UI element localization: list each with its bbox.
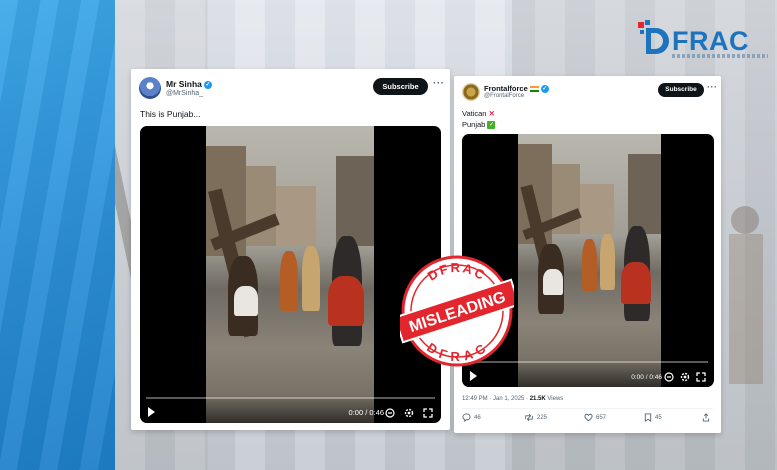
dfrac-d-mark-icon [638,20,669,54]
play-icon[interactable] [148,407,155,417]
video-frame [206,126,374,423]
views-count: 21.5K [529,396,546,402]
subscribe-button[interactable]: Subscribe [658,83,704,97]
caption-icon[interactable] [664,372,674,382]
repost-count: 225 [537,415,548,422]
author-name-text: Mr Sinha [166,79,202,89]
tweet-timestamp[interactable]: 12:49 PM · Jan 1, 2025 · [462,396,528,402]
video-time: 0:00 / 0:46 [631,374,662,381]
fullscreen-icon[interactable] [696,372,706,382]
video-progress-bar[interactable] [146,397,435,399]
video-controls: 0:00 / 0:46 [140,395,441,423]
play-icon[interactable] [470,371,477,381]
like-icon [584,413,593,422]
check-mark-icon: ✓ [487,121,496,130]
author-handle[interactable]: @MrSinha_ [166,90,203,97]
settings-icon[interactable] [680,372,690,382]
reply-count: 46 [474,415,481,422]
video-time: 0:00 / 0:46 [348,408,384,417]
tweet-text-punjab: Punjab [462,120,486,129]
bookmark-icon [644,413,652,422]
tweet-text-line-1: Vatican ✕ [462,109,495,118]
tweet-text-vatican: Vatican [462,109,487,118]
caption-icon[interactable] [385,408,395,418]
subscribe-button[interactable]: Subscribe [373,78,428,95]
tweet-meta: 12:49 PM · Jan 1, 2025 · 21.5K Views [462,396,563,402]
video-frame [518,134,661,387]
settings-icon[interactable] [404,408,414,418]
tweet-card-left: Mr Sinha ✓ @MrSinha_ Subscribe ··· This i… [131,69,450,430]
fullscreen-icon[interactable] [423,408,433,418]
reply-button[interactable]: 46 [462,413,481,422]
india-flag-icon [529,86,539,93]
repost-button[interactable]: 225 [524,413,547,422]
repost-icon [525,413,533,422]
share-icon [702,413,710,422]
x-mark-icon: ✕ [488,109,495,118]
logo-tagline [672,54,768,58]
avatar[interactable] [462,83,480,101]
verified-badge-icon: ✓ [540,85,549,94]
divider [462,408,713,409]
background-left-panel [0,0,115,470]
logo-text: FRAC [672,26,749,56]
like-count: 657 [596,415,607,422]
bookmark-count: 45 [655,415,662,422]
more-options-icon[interactable]: ··· [707,82,718,92]
author-name[interactable]: Frontalforce ✓ [484,84,549,94]
author-name[interactable]: Mr Sinha ✓ [166,79,212,89]
author-name-text: Frontalforce [484,84,528,93]
dfrac-logo: FRAC [638,18,770,62]
views-label: Views [547,396,564,402]
tweet-text-line-2: Punjab ✓ [462,120,496,130]
verified-badge-icon: ✓ [203,80,212,89]
share-button[interactable] [702,413,713,422]
avatar[interactable] [139,77,161,99]
more-options-icon[interactable]: ··· [433,78,445,89]
author-handle[interactable]: @FrontalForce [484,93,524,99]
like-button[interactable]: 657 [584,413,606,422]
misleading-stamp: DFRAC DFRAC MISLEADING [400,255,514,367]
bookmark-button[interactable]: 45 [644,413,662,422]
reply-icon [462,413,471,422]
background-figure-right [729,206,763,384]
tweet-text: This is Punjab... [140,109,201,119]
video-player[interactable]: 0:00 / 0:46 [140,126,441,423]
tweet-actions: 46 225 657 45 [462,413,713,425]
